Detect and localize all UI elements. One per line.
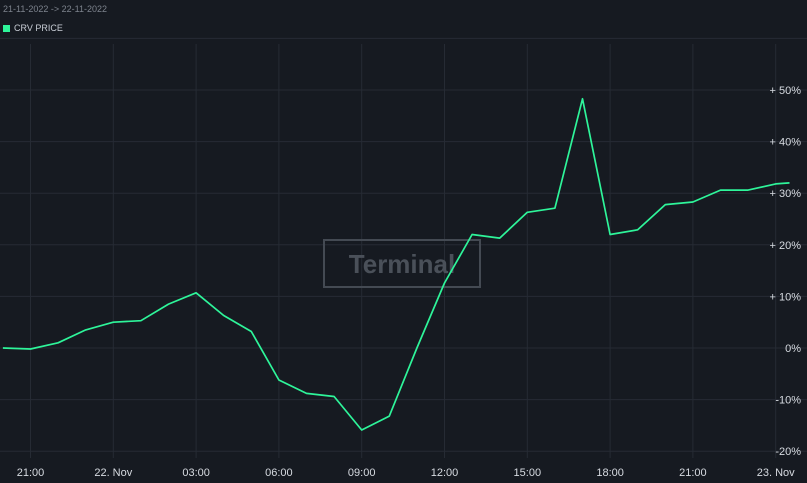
x-tick-label: 09:00 [348, 467, 376, 479]
y-tick-label: + 30% [770, 188, 802, 200]
x-tick-label: 18:00 [596, 467, 624, 479]
price-line-chart[interactable]: Terminal + 50% + 40% + 30% + 20% + 10% 0% -10%… [0, 0, 807, 483]
x-tick-label: 21:00 [679, 467, 707, 479]
y-tick-label: -20% [775, 446, 801, 458]
x-tick-label: 12:00 [431, 467, 459, 479]
x-tick-label: 22. Nov [94, 467, 132, 479]
y-tick-label: -10% [775, 395, 801, 407]
y-axis-ticks: + 50% + 40% + 30% + 20% + 10% 0% -10% -20% [770, 85, 802, 458]
terminal-watermark: Terminal [323, 239, 481, 288]
y-tick-label: + 40% [770, 137, 802, 149]
watermark-text: Terminal [349, 249, 455, 279]
y-tick-label: + 10% [770, 291, 802, 303]
x-tick-label: 23. Nov [757, 467, 795, 479]
x-tick-label: 21:00 [17, 467, 45, 479]
x-axis-ticks: 21:00 22. Nov 03:00 06:00 09:00 12:00 15:00 18:… [17, 467, 795, 479]
y-tick-label: + 50% [770, 85, 802, 97]
x-tick-label: 03:00 [182, 467, 210, 479]
y-tick-label: 0% [785, 343, 801, 355]
x-tick-label: 06:00 [265, 467, 293, 479]
x-tick-label: 15:00 [514, 467, 542, 479]
y-tick-label: + 20% [770, 240, 802, 252]
